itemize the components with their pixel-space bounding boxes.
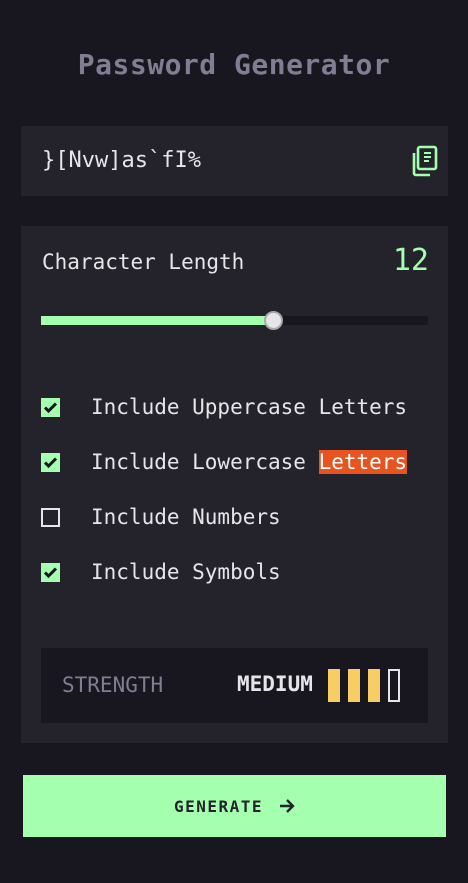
strength-bar bbox=[328, 669, 340, 702]
strength-label: STRENGTH bbox=[62, 673, 164, 697]
checkbox-lowercase[interactable] bbox=[41, 452, 60, 472]
slider-fill bbox=[41, 316, 274, 325]
copy-icon bbox=[412, 145, 438, 177]
checkbox-numbers[interactable] bbox=[41, 507, 60, 527]
strength-bar bbox=[388, 669, 400, 702]
settings-panel: Character Length 12 Include Uppercase Le… bbox=[21, 226, 448, 743]
option-label: Include Uppercase Letters bbox=[91, 395, 408, 419]
password-text: }[Nvw]as`fI% bbox=[42, 148, 201, 173]
option-uppercase[interactable]: Include Uppercase Letters bbox=[41, 394, 407, 420]
checkmark-icon bbox=[44, 456, 57, 468]
page-title: Password Generator bbox=[77, 48, 391, 81]
highlighted-text: Letters bbox=[318, 450, 408, 474]
option-label: Include Lowercase Letters bbox=[91, 449, 408, 475]
option-numbers[interactable]: Include Numbers bbox=[41, 504, 281, 530]
strength-bar bbox=[368, 669, 380, 702]
length-slider[interactable] bbox=[41, 311, 428, 330]
checkmark-icon bbox=[44, 566, 57, 578]
option-label: Include Symbols bbox=[91, 560, 281, 584]
checkbox-symbols[interactable] bbox=[41, 562, 60, 582]
checkmark-icon bbox=[44, 401, 57, 413]
strength-meter: STRENGTH MEDIUM bbox=[41, 648, 428, 723]
copy-button[interactable] bbox=[409, 145, 439, 177]
checkbox-uppercase[interactable] bbox=[41, 397, 60, 417]
generate-button[interactable]: GENERATE bbox=[23, 775, 446, 837]
slider-thumb[interactable] bbox=[264, 311, 284, 330]
option-label: Include Numbers bbox=[91, 505, 281, 529]
option-symbols[interactable]: Include Symbols bbox=[41, 559, 281, 585]
option-label-prefix: Include Lowercase bbox=[91, 450, 319, 474]
generate-label: GENERATE bbox=[173, 796, 264, 816]
length-label: Character Length bbox=[42, 250, 245, 274]
strength-value: MEDIUM bbox=[237, 672, 313, 696]
option-lowercase[interactable]: Include Lowercase Letters bbox=[41, 449, 408, 475]
arrow-right-icon bbox=[280, 799, 295, 813]
length-value: 12 bbox=[392, 243, 429, 278]
strength-bar bbox=[348, 669, 360, 702]
strength-bars bbox=[328, 669, 400, 702]
password-output: }[Nvw]as`fI% bbox=[21, 126, 448, 196]
